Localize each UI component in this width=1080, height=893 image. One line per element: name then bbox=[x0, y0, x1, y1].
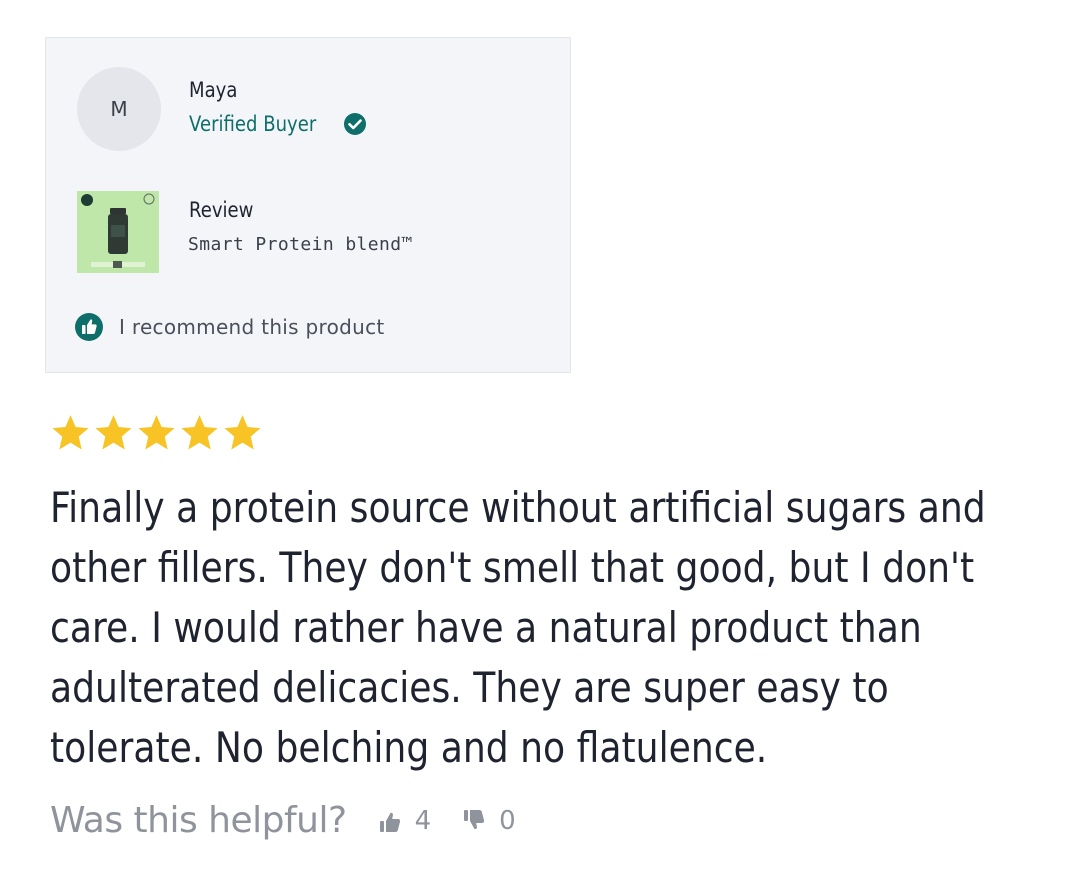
helpful-question: Was this helpful? bbox=[50, 800, 347, 841]
review-label: Review bbox=[189, 198, 254, 222]
downvote-button[interactable]: 0 bbox=[461, 805, 516, 837]
star-icon bbox=[138, 415, 175, 450]
recommendation: I recommend this product bbox=[74, 312, 385, 342]
helpful-vote-bar: Was this helpful? 4 0 bbox=[50, 800, 516, 841]
upvote-button[interactable]: 4 bbox=[377, 805, 432, 837]
star-icon bbox=[224, 415, 261, 450]
product-name: Smart Protein blend™ bbox=[188, 234, 413, 255]
verified-buyer-badge: Verified Buyer bbox=[189, 112, 367, 136]
star-icon bbox=[95, 415, 132, 450]
product-bottle-icon bbox=[77, 191, 159, 273]
star-icon bbox=[181, 415, 218, 450]
recommendation-text: I recommend this product bbox=[119, 315, 385, 339]
product-thumbnail bbox=[77, 191, 159, 273]
avatar: M bbox=[77, 67, 161, 151]
verified-buyer-label: Verified Buyer bbox=[189, 112, 317, 136]
reviewer-card: M Maya Verified Buyer Review Smart Prote… bbox=[45, 37, 571, 373]
downvote-count: 0 bbox=[499, 805, 516, 836]
thumbs-up-circle-icon bbox=[75, 313, 103, 341]
check-circle-icon bbox=[344, 113, 366, 135]
review-text: Finally a protein source without artific… bbox=[50, 483, 986, 772]
star-icon bbox=[52, 415, 89, 450]
avatar-initial: M bbox=[110, 97, 128, 121]
thumbs-down-icon bbox=[464, 809, 485, 829]
thumbs-up-icon bbox=[379, 812, 400, 832]
reviewer-name: Maya bbox=[189, 78, 238, 102]
star-rating bbox=[49, 412, 264, 454]
upvote-count: 4 bbox=[414, 805, 432, 836]
